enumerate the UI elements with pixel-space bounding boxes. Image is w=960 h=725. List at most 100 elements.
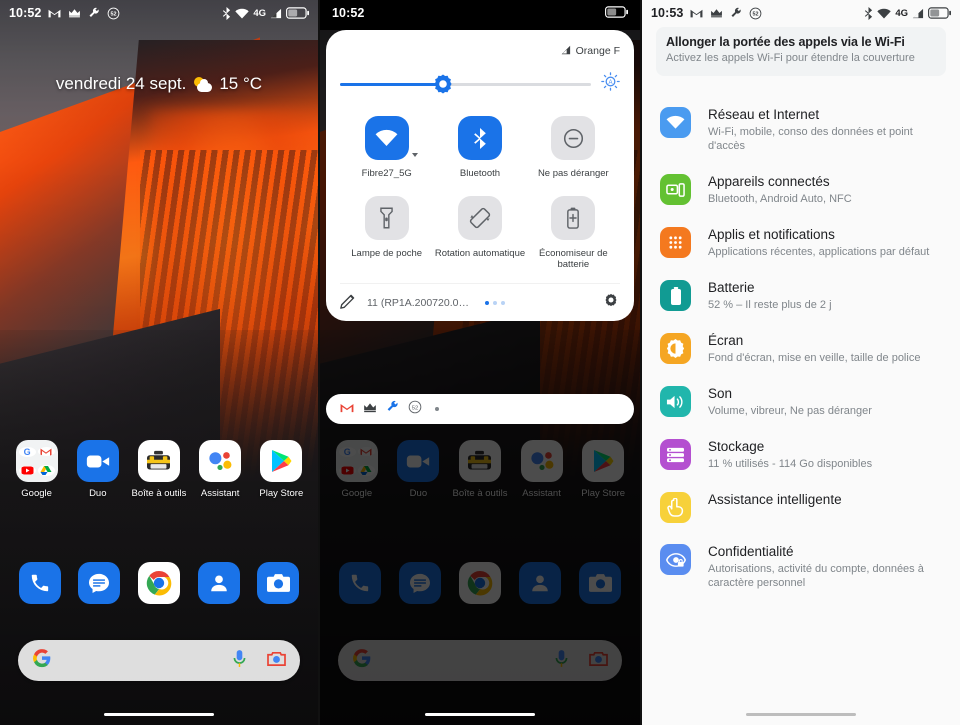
gesture-nav-bar[interactable] <box>425 712 535 716</box>
gmail-icon <box>48 8 61 18</box>
settings-item-storage[interactable]: Stockage 11 % utilisés - 114 Go disponib… <box>642 428 960 481</box>
qs-tile-label: Bluetooth <box>459 168 501 179</box>
app-item-toolbox[interactable]: Boîte à outils <box>131 440 187 499</box>
wallpaper <box>0 0 318 725</box>
duo-icon <box>76 440 119 482</box>
pencil-icon[interactable] <box>340 292 357 314</box>
settings-item-subtitle: Applications récentes, applications par … <box>708 246 930 258</box>
app-label: Boîte à outils <box>131 488 187 499</box>
app-item-assistant[interactable]: Assistant <box>192 440 248 499</box>
build-version-label: 11 (RP1A.200720.0… <box>367 296 469 309</box>
qs-tile-dnd[interactable]: Ne pas déranger <box>527 116 620 180</box>
auto-rotate-icon[interactable] <box>457 195 502 240</box>
wrench-icon <box>730 7 742 19</box>
page-dot[interactable] <box>492 300 497 305</box>
settings-item-subtitle: Bluetooth, Android Auto, NFC <box>708 193 852 205</box>
google-lens-icon[interactable] <box>267 650 286 672</box>
status-bar: 10:53 52 4G <box>642 0 960 26</box>
app-label: Play Store <box>259 488 304 499</box>
app-item-duo[interactable]: Duo <box>70 440 126 499</box>
chrome-icon[interactable] <box>137 562 180 604</box>
signal-icon <box>560 45 571 58</box>
status-bar: 10:52 52 4G <box>0 0 318 26</box>
qs-tile-battery-saver[interactable]: Économiseur de batterie <box>527 195 620 271</box>
phone-icon[interactable] <box>18 562 61 604</box>
carrier-label: Orange F <box>575 45 620 57</box>
wifi-icon[interactable] <box>364 116 418 160</box>
gesture-nav-bar[interactable] <box>746 712 856 716</box>
settings-item-smart-assistance[interactable]: Assistance intelligente <box>642 481 960 533</box>
page-indicator-dots <box>484 300 505 305</box>
app-label: Google <box>21 488 52 499</box>
settings-item-title: Son <box>708 386 733 401</box>
toolbox-icon <box>137 440 180 482</box>
flashlight-icon[interactable] <box>364 195 409 240</box>
wifi-icon <box>660 107 691 138</box>
network-type-label: 4G <box>253 7 266 19</box>
svg-text:52: 52 <box>111 11 117 17</box>
settings-item-sound[interactable]: Son Volume, vibreur, Ne pas déranger <box>642 375 960 428</box>
qs-tile-flashlight[interactable]: Lampe de poche <box>340 195 433 271</box>
settings-item-title: Stockage <box>708 439 765 454</box>
google-search-bar[interactable] <box>18 640 300 681</box>
screenshot-root: 10:52 52 4G vendredi 24 sept. 15 °C G Go… <box>0 0 960 725</box>
storage-list-icon <box>660 439 691 470</box>
page-dot[interactable] <box>500 300 505 305</box>
camera-icon[interactable] <box>257 562 300 604</box>
signal-icon <box>912 8 924 19</box>
gear-icon[interactable] <box>602 291 620 314</box>
app-item-play-store[interactable]: Play Store <box>253 440 309 499</box>
qs-tile-bluetooth[interactable]: Bluetooth <box>433 116 526 180</box>
wifi-icon <box>235 8 250 19</box>
signal-icon <box>270 8 282 19</box>
messages-icon[interactable] <box>78 562 121 604</box>
notification-icons-pill[interactable]: 52 <box>326 394 634 424</box>
status-bar-clock: 10:52 <box>332 6 365 20</box>
brightness-track[interactable] <box>340 74 591 94</box>
qs-tile-auto-rotate[interactable]: Rotation automatique <box>433 195 526 271</box>
crown-icon <box>363 400 377 418</box>
settings-list: Réseau et Internet Wi-Fi, mobile, conso … <box>642 96 960 725</box>
auto-brightness-icon[interactable]: A <box>601 72 620 96</box>
chevron-down-icon[interactable] <box>411 153 418 157</box>
settings-item-display[interactable]: Écran Fond d'écran, mise en veille, tail… <box>642 322 960 375</box>
settings-item-connected-devices[interactable]: Appareils connectés Bluetooth, Android A… <box>642 163 960 216</box>
battery-icon <box>605 5 628 21</box>
settings-item-network[interactable]: Réseau et Internet Wi-Fi, mobile, conso … <box>642 96 960 163</box>
qs-tile-wifi[interactable]: Fibre27_5G <box>340 116 433 180</box>
brightness-slider[interactable]: A <box>340 66 620 102</box>
status-bar-clock: 10:52 <box>9 6 42 20</box>
suggestion-card[interactable]: Allonger la portée des appels via le Wi-… <box>656 27 946 76</box>
bluetooth-icon[interactable] <box>457 116 502 160</box>
settings-item-title: Assistance intelligente <box>708 492 842 507</box>
crown-icon <box>68 8 81 18</box>
settings-item-battery[interactable]: Batterie 52 % – Il reste plus de 2 j <box>642 269 960 322</box>
app-item-google[interactable]: G Google <box>9 440 65 499</box>
settings-item-subtitle: Autorisations, activité du compte, donné… <box>708 563 924 589</box>
date-weather-widget[interactable]: vendredi 24 sept. 15 °C <box>0 74 318 94</box>
gesture-nav-bar[interactable] <box>104 712 214 716</box>
settings-item-subtitle: Volume, vibreur, Ne pas déranger <box>708 405 872 417</box>
settings-item-apps[interactable]: Applis et notifications Applications réc… <box>642 216 960 269</box>
settings-item-subtitle: Fond d'écran, mise en veille, taille de … <box>708 352 921 364</box>
contacts-icon[interactable] <box>197 562 240 604</box>
battery-saver-icon[interactable] <box>551 195 596 240</box>
google-folder-icon: G <box>15 440 58 482</box>
svg-text:52: 52 <box>753 11 759 17</box>
status-bar: 10:52 <box>320 0 640 26</box>
do-not-disturb-icon[interactable] <box>551 116 596 160</box>
wrench-icon <box>386 400 399 418</box>
brightness-knob[interactable] <box>433 74 452 94</box>
microphone-icon[interactable] <box>232 649 247 673</box>
settings-item-title: Confidentialité <box>708 544 794 559</box>
settings-item-title: Applis et notifications <box>708 227 835 242</box>
suggestion-subtitle: Activez les appels Wi-Fi pour étendre la… <box>666 52 915 64</box>
qs-tile-label: Fibre27_5G <box>361 168 412 179</box>
gmail-icon <box>690 8 703 18</box>
bluetooth-icon <box>222 6 231 20</box>
page-dot[interactable] <box>484 300 489 305</box>
settings-item-privacy[interactable]: Confidentialité Autorisations, activité … <box>642 533 960 600</box>
settings-item-subtitle: Wi-Fi, mobile, conso des données et poin… <box>708 126 913 152</box>
app-label: Duo <box>89 488 107 499</box>
apps-grid-icon <box>660 227 691 258</box>
